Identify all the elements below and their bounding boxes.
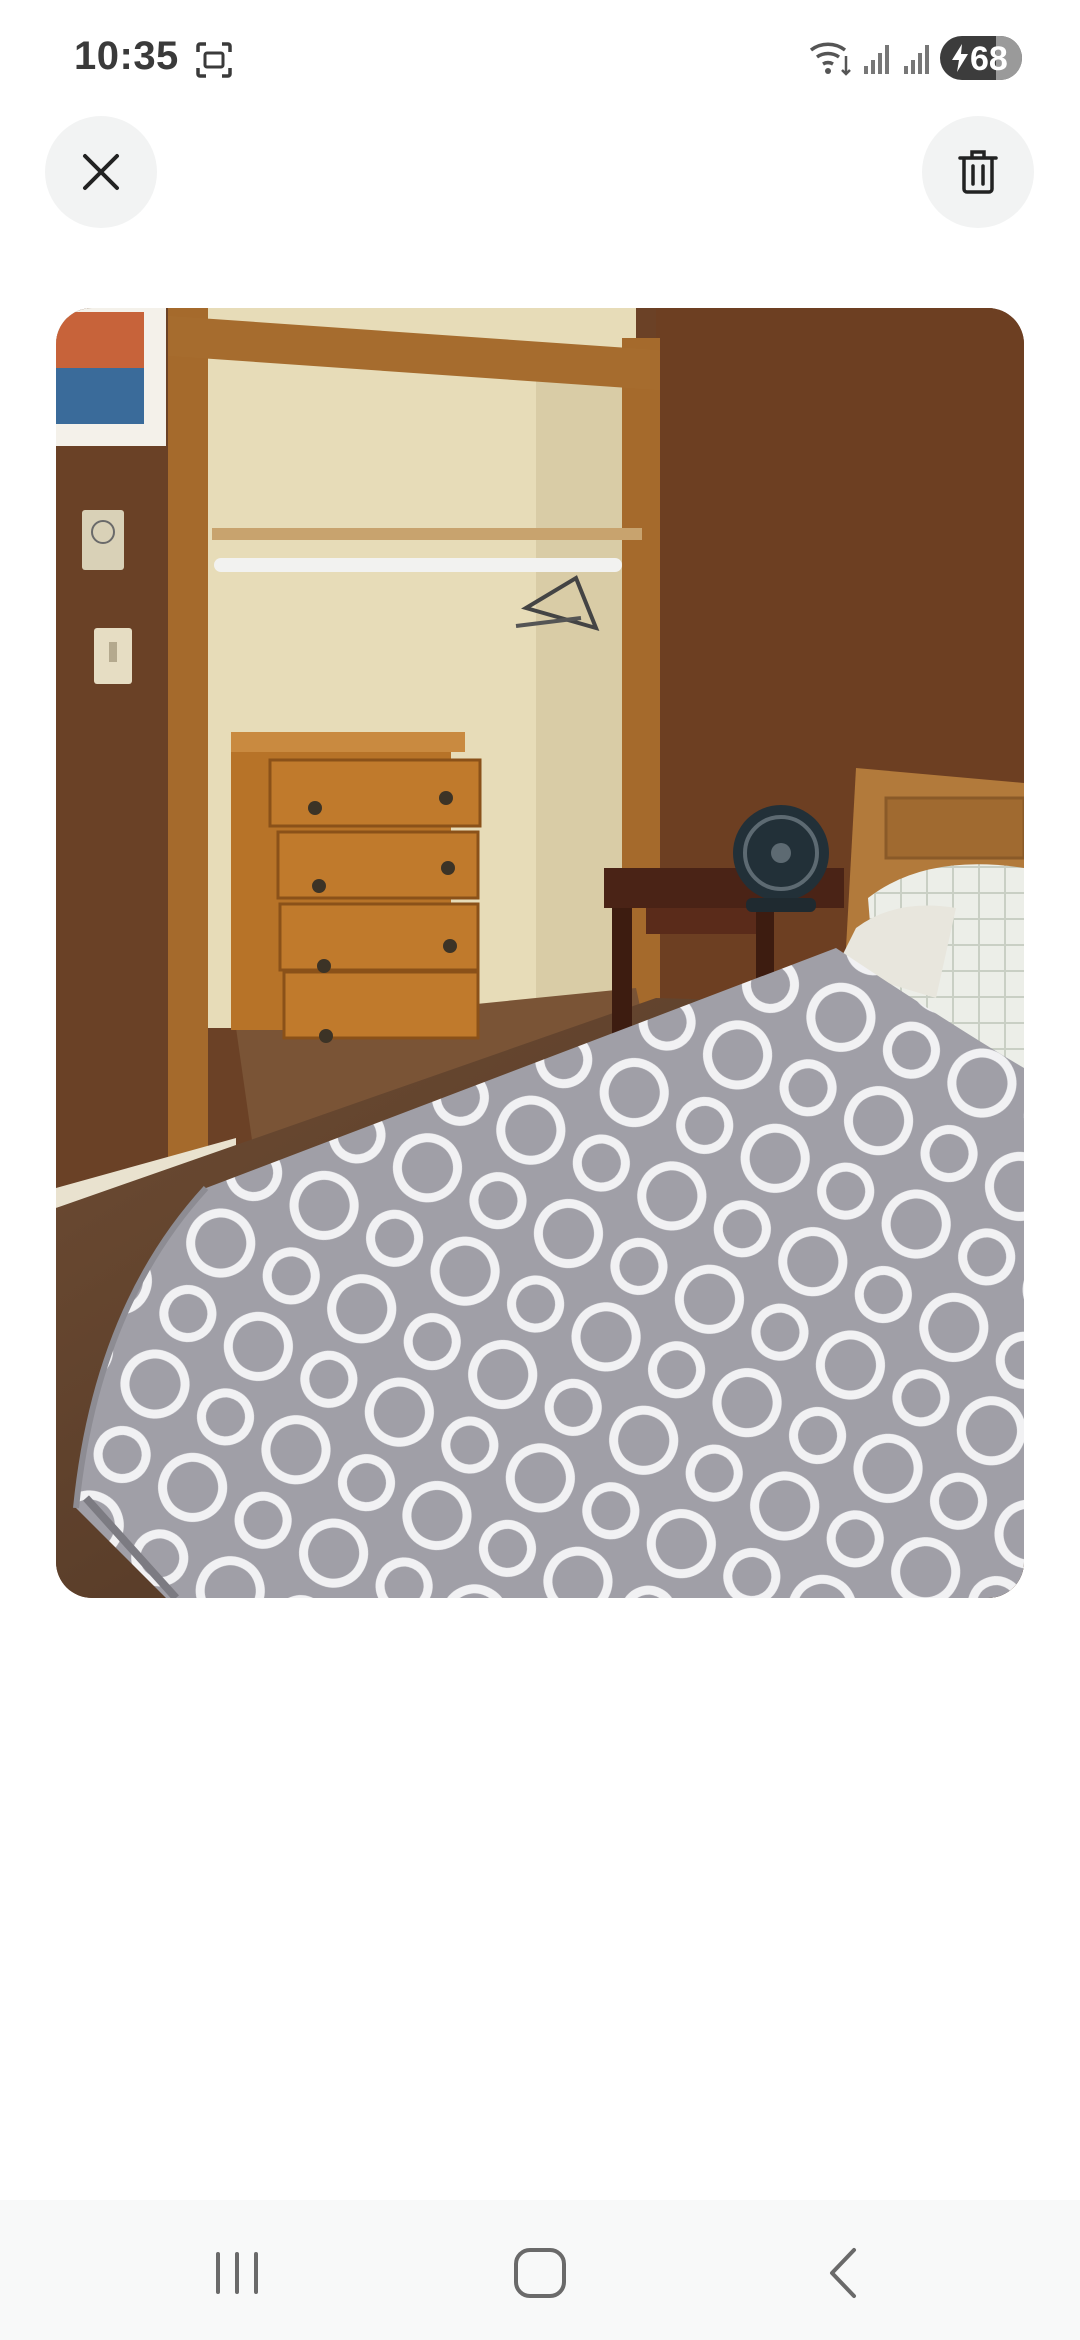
status-time: 10:35	[74, 34, 179, 78]
recents-icon[interactable]	[212, 2250, 262, 2296]
trash-icon	[958, 150, 998, 194]
photo-image	[56, 308, 1024, 1598]
delete-button[interactable]	[922, 116, 1034, 228]
close-button[interactable]	[45, 116, 157, 228]
back-icon[interactable]	[822, 2246, 866, 2300]
signal-icon	[864, 45, 889, 74]
home-icon[interactable]	[512, 2246, 568, 2300]
screenshot-icon	[196, 42, 232, 78]
battery-indicator: 68	[940, 36, 1022, 80]
charging-bolt-icon	[952, 44, 968, 72]
battery-percent: 68	[970, 40, 1008, 78]
wifi-icon	[809, 42, 851, 76]
signal-icon	[904, 45, 929, 74]
bedroom-photo[interactable]	[56, 308, 1024, 1598]
status-bar: 10:35 68	[0, 0, 1080, 120]
close-icon	[83, 154, 119, 190]
